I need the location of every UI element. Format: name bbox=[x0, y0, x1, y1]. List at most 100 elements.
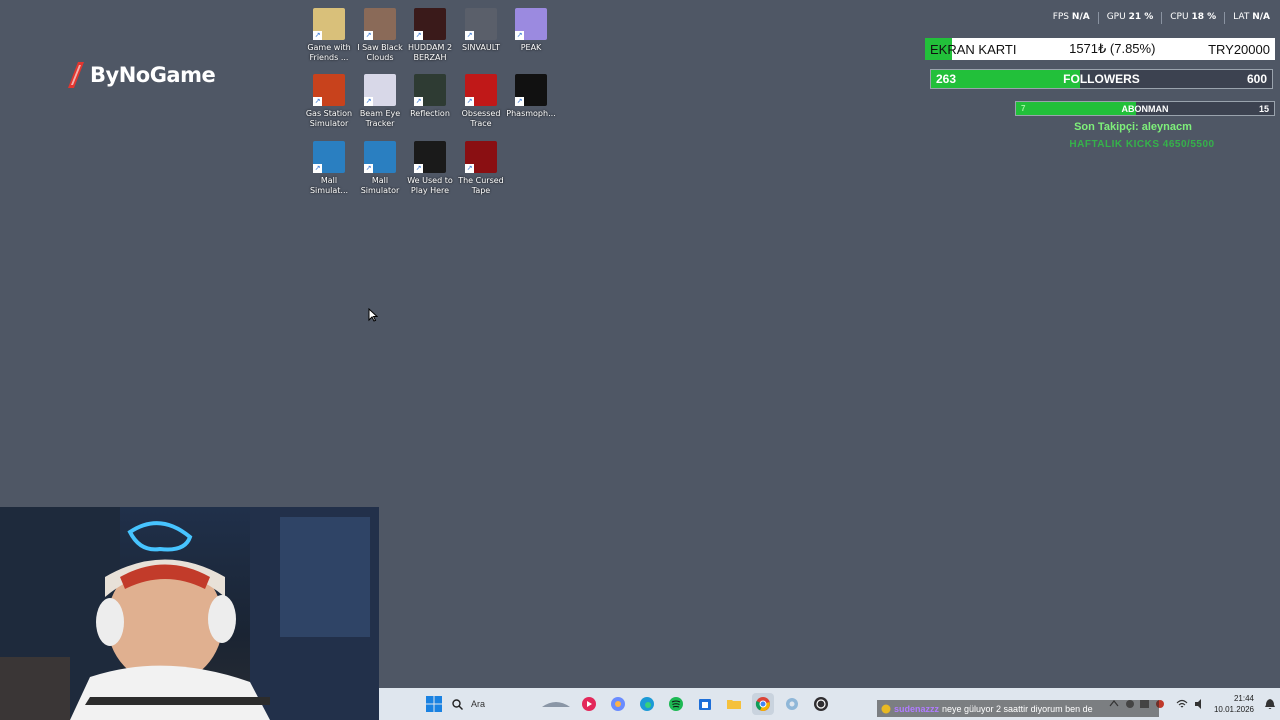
desktop-icon-label: We Used to Play Here bbox=[407, 176, 453, 195]
taskbar-search[interactable]: Ara bbox=[452, 693, 572, 715]
taskbar-app-obs[interactable] bbox=[810, 693, 832, 715]
desktop-icon[interactable]: ↗ HUDDAM 2 BERZAH bbox=[405, 4, 455, 63]
gas-station-icon: ↗ bbox=[313, 74, 345, 106]
desktop-icon[interactable]: ↗ The Cursed Tape bbox=[456, 137, 506, 196]
desktop-icon-label: SINVAULT bbox=[462, 43, 500, 52]
followers-label: FOLLOWERS bbox=[1063, 72, 1140, 86]
windows-icon bbox=[426, 696, 442, 712]
desktop-icon-label: Reflection bbox=[410, 109, 450, 118]
desktop-icon[interactable]: ↗ PEAK bbox=[506, 4, 556, 53]
chat-username: sudenazzz bbox=[894, 703, 940, 714]
desktop-icon-label: PEAK bbox=[520, 43, 542, 52]
store-icon bbox=[699, 699, 711, 710]
obs-icon bbox=[814, 697, 828, 711]
desktop-icon[interactable]: ↗ Reflection bbox=[405, 70, 455, 119]
volume-icon[interactable] bbox=[1194, 698, 1206, 710]
gear-icon bbox=[786, 698, 798, 710]
media-player-icon bbox=[582, 697, 596, 711]
taskbar-app-media[interactable] bbox=[578, 693, 600, 715]
webcam-image bbox=[0, 507, 379, 720]
taskbar-app-settings[interactable] bbox=[781, 693, 803, 715]
reflection-icon: ↗ bbox=[414, 74, 446, 106]
desktop-icon-label: Game with Friends ... bbox=[307, 43, 351, 62]
taskbar-app-store[interactable] bbox=[694, 693, 716, 715]
followers-goal-bar: 263 FOLLOWERS 600 bbox=[930, 69, 1273, 89]
chat-text: neye güluyor 2 saattir diyorum ben de bbox=[942, 703, 1093, 714]
abonman-label: ABONMAN bbox=[1121, 103, 1169, 114]
obsessed-trace-icon: ↗ bbox=[465, 74, 497, 106]
clock-time: 21:44 bbox=[1233, 694, 1254, 703]
abonman-goal: 15 bbox=[1258, 103, 1269, 114]
cursed-tape-icon: ↗ bbox=[465, 141, 497, 173]
desktop-icon-label: Gas Station Simulator bbox=[305, 109, 353, 128]
fps-stat: FPS N/A bbox=[1052, 12, 1090, 22]
wifi-icon[interactable] bbox=[1176, 698, 1188, 710]
ekran-karti-goal-bar: EKRAN KARTI 1571₺ (7.85%) TRY20000 bbox=[925, 38, 1275, 60]
desktop-icon-label: HUDDAM 2 BERZAH bbox=[407, 43, 453, 62]
shortcut-arrow-icon: ↗ bbox=[515, 97, 524, 106]
shortcut-arrow-icon: ↗ bbox=[364, 97, 373, 106]
shortcut-arrow-icon: ↗ bbox=[465, 97, 474, 106]
taskbar-app-spotify[interactable] bbox=[665, 693, 687, 715]
desktop-icon[interactable]: ↗ Mall Simulator bbox=[355, 137, 405, 196]
mall-simulator-icon: ↗ bbox=[364, 141, 396, 173]
shortcut-arrow-icon: ↗ bbox=[465, 164, 474, 173]
we-used-to-play-here-icon: ↗ bbox=[414, 141, 446, 173]
bynogame-logo-text: ByNoGame bbox=[90, 63, 216, 87]
taskbar-clock[interactable]: 21:44 10.01.2026 bbox=[1214, 693, 1254, 715]
peak-icon: ↗ bbox=[515, 8, 547, 40]
desktop-icon-label: Beam Eye Tracker bbox=[359, 109, 401, 128]
mouse-cursor-icon bbox=[368, 308, 378, 322]
desktop-icon[interactable]: ↗ Mall Simulat... bbox=[304, 137, 354, 196]
desktop-icon[interactable]: ↗ SINVAULT bbox=[456, 4, 506, 53]
desktop-icon[interactable]: ↗ Beam Eye Tracker bbox=[355, 70, 405, 129]
search-highlight-icon bbox=[542, 702, 570, 707]
search-placeholder: Ara bbox=[471, 699, 486, 709]
desktop-icon-label: Phasmoph... bbox=[506, 109, 556, 118]
desktop-icon-label: The Cursed Tape bbox=[458, 176, 504, 195]
shortcut-arrow-icon: ↗ bbox=[313, 97, 322, 106]
huddam-icon: ↗ bbox=[414, 8, 446, 40]
bynogame-logo: ByNoGame bbox=[68, 62, 216, 88]
ekran-karti-goal: TRY20000 bbox=[1208, 41, 1270, 57]
taskbar-app-chrome[interactable] bbox=[752, 693, 774, 715]
beam-eye-icon: ↗ bbox=[364, 74, 396, 106]
desktop-icon[interactable]: ↗ I Saw Black Clouds bbox=[355, 4, 405, 63]
i-saw-black-clouds-icon: ↗ bbox=[364, 8, 396, 40]
haftalik-kicks: HAFTALIK KICKS 4650/5500 bbox=[1069, 139, 1215, 150]
webcam-feed bbox=[0, 507, 379, 720]
chat-badge-icon bbox=[881, 704, 891, 713]
lat-stat: LAT N/A bbox=[1233, 12, 1270, 22]
taskbar-app-copilot[interactable] bbox=[607, 693, 629, 715]
shortcut-arrow-icon: ↗ bbox=[414, 31, 423, 40]
shortcut-arrow-icon: ↗ bbox=[313, 31, 322, 40]
phasmophobia-icon: ↗ bbox=[515, 74, 547, 106]
ekran-karti-label: EKRAN KARTI bbox=[930, 41, 1017, 57]
chrome-icon bbox=[755, 697, 770, 711]
shortcut-arrow-icon: ↗ bbox=[313, 164, 322, 173]
desktop-icon-label: Mall Simulat... bbox=[309, 176, 349, 195]
desktop-icon[interactable]: ↗ Game with Friends ... bbox=[304, 4, 354, 63]
gpu-stat: GPU 21 % bbox=[1106, 12, 1154, 22]
spotify-icon bbox=[669, 697, 683, 711]
desktop-icon[interactable]: ↗ Phasmoph... bbox=[506, 70, 556, 119]
notification-bell-icon[interactable] bbox=[1264, 698, 1276, 710]
cpu-stat: CPU 18 % bbox=[1170, 12, 1217, 22]
shortcut-arrow-icon: ↗ bbox=[465, 31, 474, 40]
start-button[interactable] bbox=[423, 693, 445, 715]
game-with-friends-icon: ↗ bbox=[313, 8, 345, 40]
desktop-icon[interactable]: ↗ We Used to Play Here bbox=[405, 137, 455, 196]
taskbar-app-edge[interactable] bbox=[636, 693, 658, 715]
shortcut-arrow-icon: ↗ bbox=[364, 31, 373, 40]
desktop-icon-label: Mall Simulator bbox=[360, 176, 400, 195]
mall-simulator-icon: ↗ bbox=[313, 141, 345, 173]
shortcut-arrow-icon: ↗ bbox=[414, 97, 423, 106]
desktop-icon[interactable]: ↗ Obsessed Trace bbox=[456, 70, 506, 129]
desktop-icon[interactable]: ↗ Gas Station Simulator bbox=[304, 70, 354, 129]
folder-icon bbox=[727, 700, 741, 709]
search-icon bbox=[452, 698, 463, 710]
edge-icon bbox=[640, 697, 654, 711]
shortcut-arrow-icon: ↗ bbox=[414, 164, 423, 173]
copilot-icon bbox=[611, 697, 625, 711]
taskbar-app-explorer[interactable] bbox=[723, 693, 745, 715]
